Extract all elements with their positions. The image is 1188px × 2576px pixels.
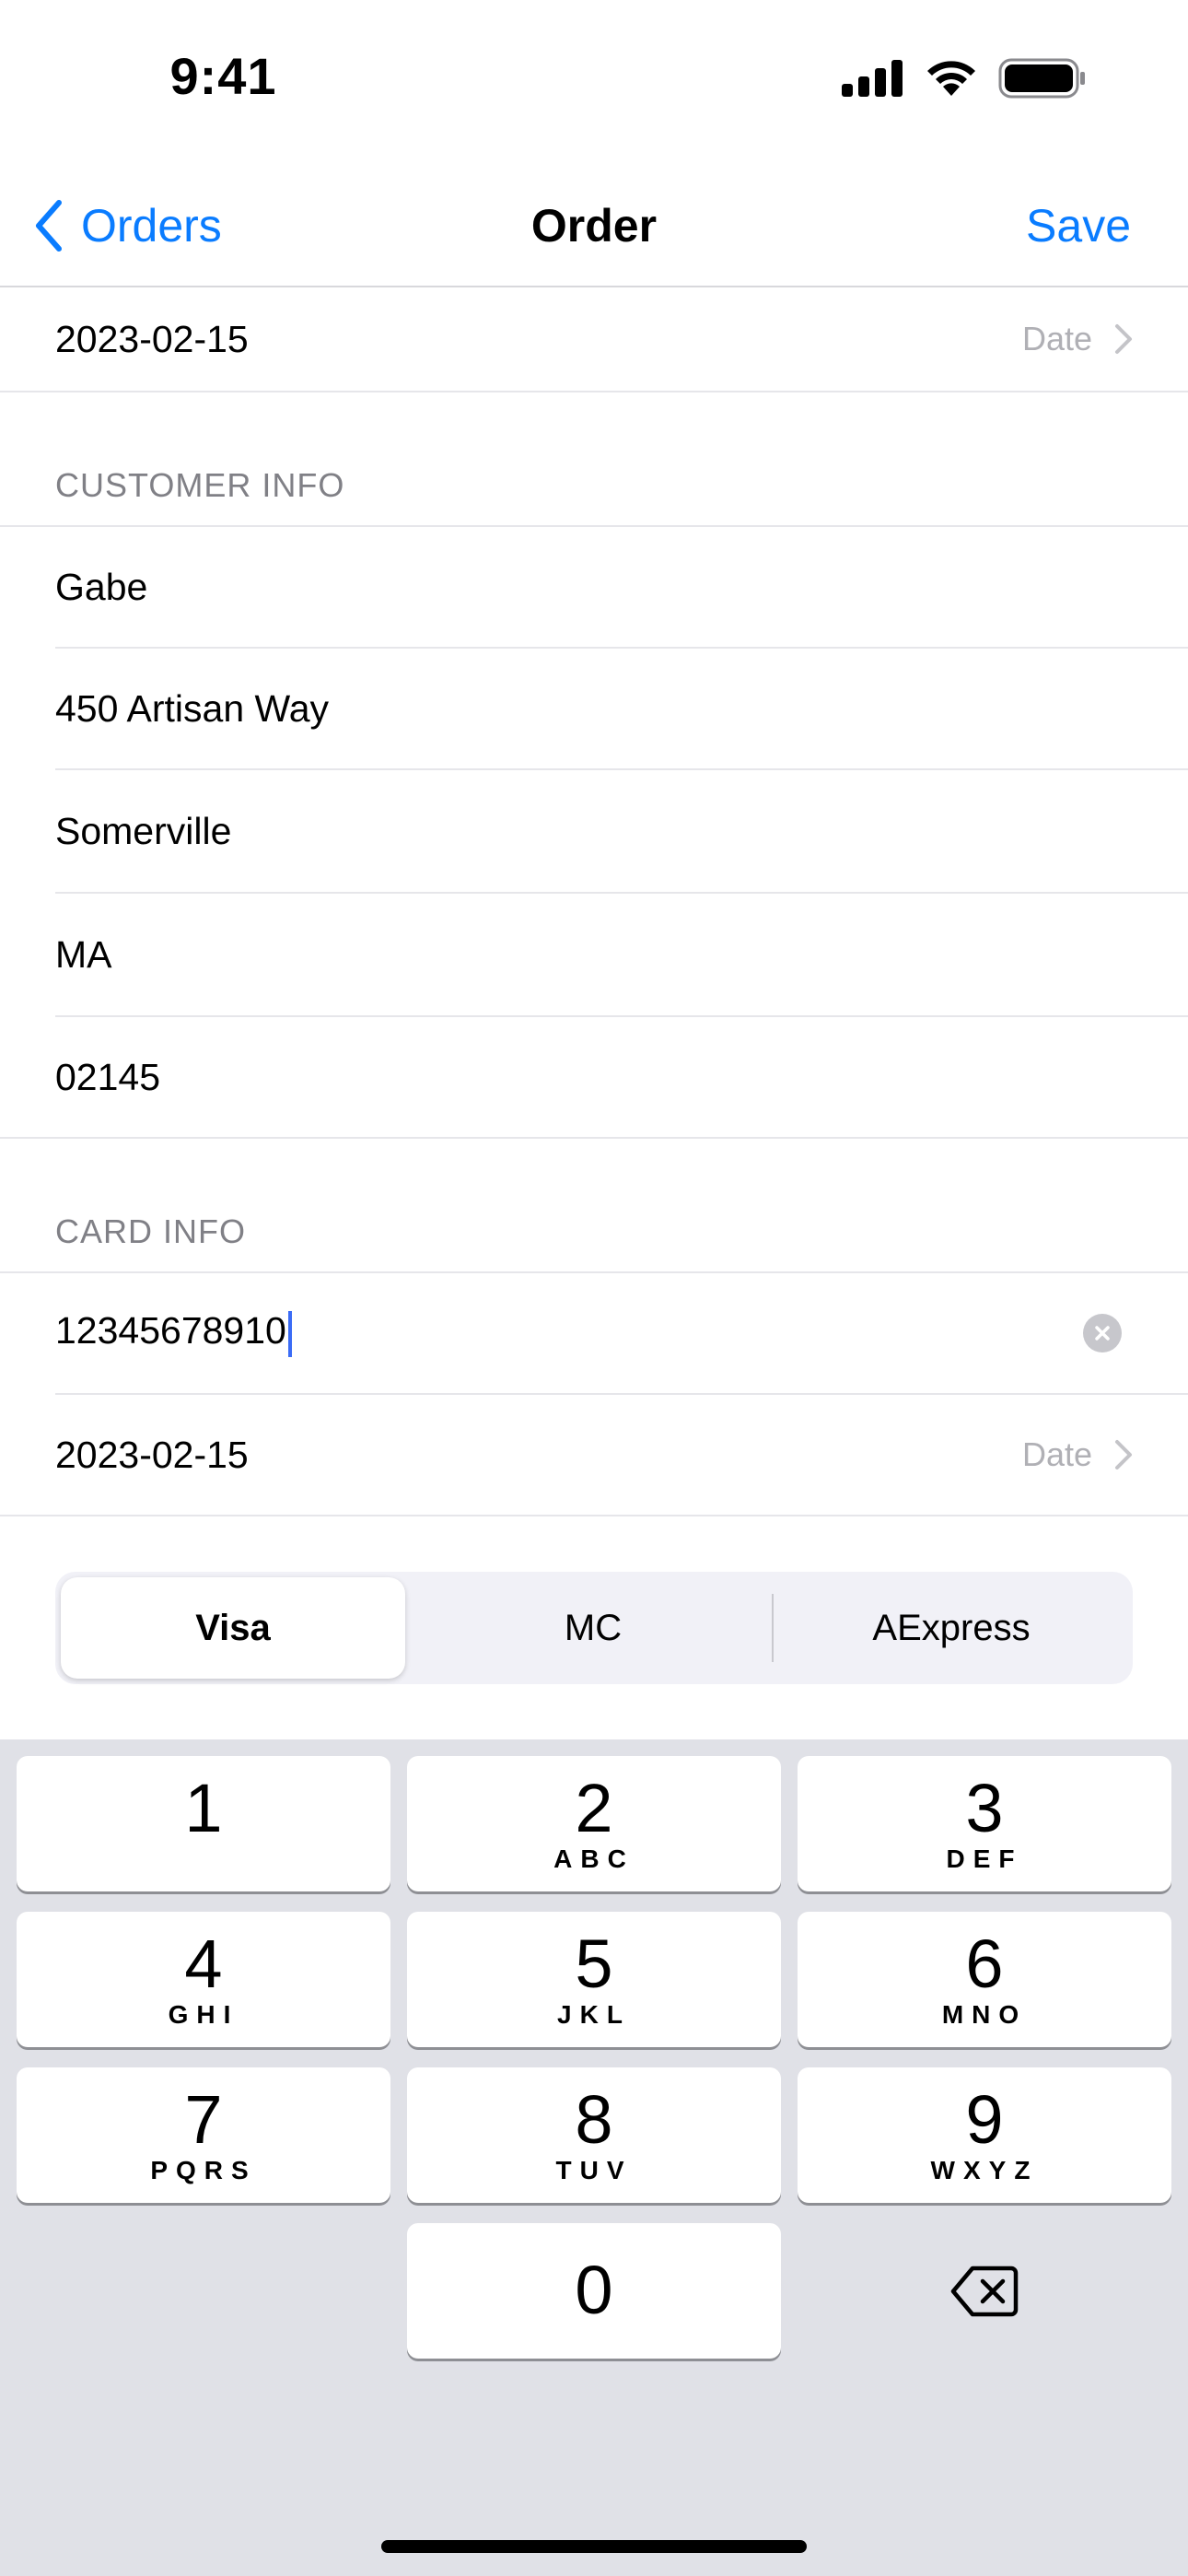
customer-street-field[interactable]: 450 Artisan Way xyxy=(0,649,1188,768)
key-digit: 6 xyxy=(965,1926,1004,2002)
customer-name-field[interactable]: Gabe xyxy=(0,527,1188,647)
key-letters: ABC xyxy=(553,1844,635,1873)
key-letters: DEF xyxy=(946,1844,1023,1873)
customer-zip-field[interactable]: 02145 xyxy=(0,1017,1188,1137)
key-digit: 4 xyxy=(184,1926,223,2002)
key-letters: MNO xyxy=(941,2000,1028,2029)
navigation-bar: Orders Order Save xyxy=(0,166,1188,287)
key-4[interactable]: 4 GHI xyxy=(17,1912,390,2047)
customer-city-value: Somerville xyxy=(55,809,232,852)
page-title: Order xyxy=(530,200,658,252)
battery-icon xyxy=(998,58,1085,99)
key-9[interactable]: 9 WXYZ xyxy=(798,2067,1171,2203)
card-number-input[interactable]: 12345678910 xyxy=(55,1309,1083,1357)
key-0[interactable]: 0 xyxy=(407,2223,781,2359)
save-button[interactable]: Save xyxy=(1026,199,1131,252)
key-6[interactable]: 6 MNO xyxy=(798,1912,1171,2047)
card-info-header: CARD INFO xyxy=(55,1212,246,1250)
wifi-icon xyxy=(927,61,975,96)
key-letters: WXYZ xyxy=(930,2156,1039,2184)
key-digit: 7 xyxy=(184,2081,223,2158)
key-letters: TUV xyxy=(555,2156,633,2184)
customer-name-value: Gabe xyxy=(55,565,148,608)
chevron-right-icon xyxy=(1115,1440,1132,1469)
segment-aexpress[interactable]: AExpress xyxy=(775,1577,1127,1679)
key-digit: 9 xyxy=(965,2081,1004,2158)
text-cursor xyxy=(287,1310,292,1357)
clear-x-icon xyxy=(1095,1326,1110,1341)
card-number-value: 12345678910 xyxy=(55,1309,286,1352)
customer-info-header: CUSTOMER INFO xyxy=(55,466,345,504)
cellular-signal-icon xyxy=(842,60,903,97)
customer-street-value: 450 Artisan Way xyxy=(55,686,330,730)
key-letters: JKL xyxy=(557,2000,631,2029)
key-letters: GHI xyxy=(168,2000,239,2029)
key-digit: 1 xyxy=(184,1770,223,1846)
key-letters: PQRS xyxy=(150,2156,257,2184)
key-digit: 3 xyxy=(965,1770,1004,1846)
chevron-right-icon xyxy=(1115,324,1132,354)
card-expiry-row[interactable]: 2023-02-15 Date xyxy=(0,1395,1188,1515)
key-digit: 2 xyxy=(575,1770,613,1846)
key-digit: 0 xyxy=(575,2252,613,2328)
customer-zip-value: 02145 xyxy=(55,1055,161,1098)
card-expiry-value: 2023-02-15 xyxy=(55,1433,249,1476)
order-date-value: 2023-02-15 xyxy=(55,317,249,360)
clear-text-button[interactable] xyxy=(1083,1314,1122,1352)
key-2[interactable]: 2 ABC xyxy=(407,1756,781,1891)
key-5[interactable]: 5 JKL xyxy=(407,1912,781,2047)
delete-key[interactable] xyxy=(798,2223,1171,2359)
segment-mc[interactable]: MC xyxy=(416,1577,770,1679)
key-1[interactable]: 1 xyxy=(17,1756,390,1891)
date-accessory-label: Date xyxy=(1021,1435,1092,1473)
date-accessory-label: Date xyxy=(1021,320,1092,357)
customer-city-field[interactable]: Somerville xyxy=(0,770,1188,892)
status-bar: 9:41 xyxy=(0,0,1188,166)
home-indicator[interactable] xyxy=(381,2540,807,2553)
card-number-field[interactable]: 12345678910 xyxy=(0,1273,1188,1393)
delete-backspace-icon xyxy=(950,2266,1019,2316)
key-digit: 5 xyxy=(575,1926,613,2002)
segment-separator xyxy=(772,1594,774,1662)
order-date-row[interactable]: 2023-02-15 Date xyxy=(0,287,1188,391)
segment-visa[interactable]: Visa xyxy=(61,1577,405,1679)
divider xyxy=(0,1137,1188,1139)
key-8[interactable]: 8 TUV xyxy=(407,2067,781,2203)
customer-state-field[interactable]: MA xyxy=(0,894,1188,1015)
status-time: 9:41 xyxy=(169,47,277,105)
divider xyxy=(0,1515,1188,1516)
date-accessory: Date xyxy=(1022,320,1133,358)
key-7[interactable]: 7 PQRS xyxy=(17,2067,390,2203)
date-accessory: Date xyxy=(1022,1435,1133,1474)
divider xyxy=(0,391,1188,392)
customer-state-value: MA xyxy=(55,932,112,976)
card-type-segmented-control: Visa MC AExpress xyxy=(55,1572,1133,1684)
status-icons xyxy=(842,55,1087,101)
key-3[interactable]: 3 DEF xyxy=(798,1756,1171,1891)
key-digit: 8 xyxy=(575,2081,613,2158)
